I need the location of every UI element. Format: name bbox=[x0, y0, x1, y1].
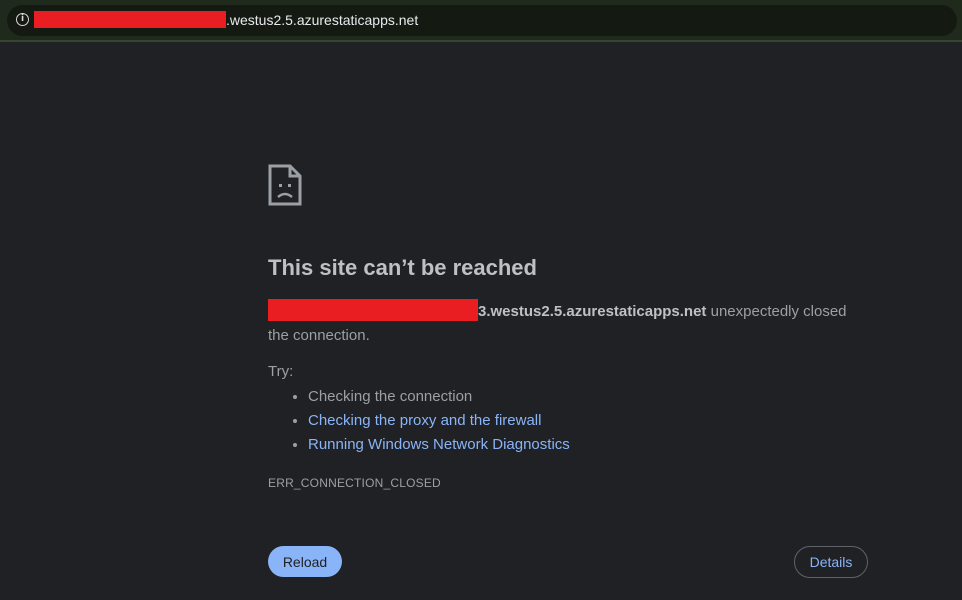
host-name: 3.westus2.5.azurestaticapps.net bbox=[478, 303, 707, 320]
details-button[interactable]: Details bbox=[794, 546, 868, 578]
redacted-url-part bbox=[34, 11, 226, 28]
redacted-host-part bbox=[268, 299, 478, 321]
suggestion-check-connection: Checking the connection bbox=[308, 385, 570, 409]
address-bar-url[interactable]: .westus2.5.azurestaticapps.net bbox=[226, 12, 418, 29]
reload-button[interactable]: Reload bbox=[268, 546, 342, 577]
suggestion-check-proxy-link[interactable]: Checking the proxy and the firewall bbox=[308, 409, 570, 433]
suggestion-list: Checking the connection Checking the pro… bbox=[268, 385, 570, 457]
try-label: Try: bbox=[268, 363, 294, 380]
error-code: ERR_CONNECTION_CLOSED bbox=[268, 476, 441, 490]
suggestion-network-diagnostics-link[interactable]: Running Windows Network Diagnostics bbox=[308, 433, 570, 457]
address-bar[interactable]: i .westus2.5.azurestaticapps.net bbox=[7, 5, 957, 36]
info-icon[interactable]: i bbox=[16, 13, 29, 26]
sad-page-icon bbox=[268, 164, 302, 206]
page-title: This site can’t be reached bbox=[268, 255, 537, 280]
error-description: 3.westus2.5.azurestaticapps.net unexpect… bbox=[268, 299, 868, 348]
browser-toolbar: i .westus2.5.azurestaticapps.net bbox=[0, 0, 962, 42]
